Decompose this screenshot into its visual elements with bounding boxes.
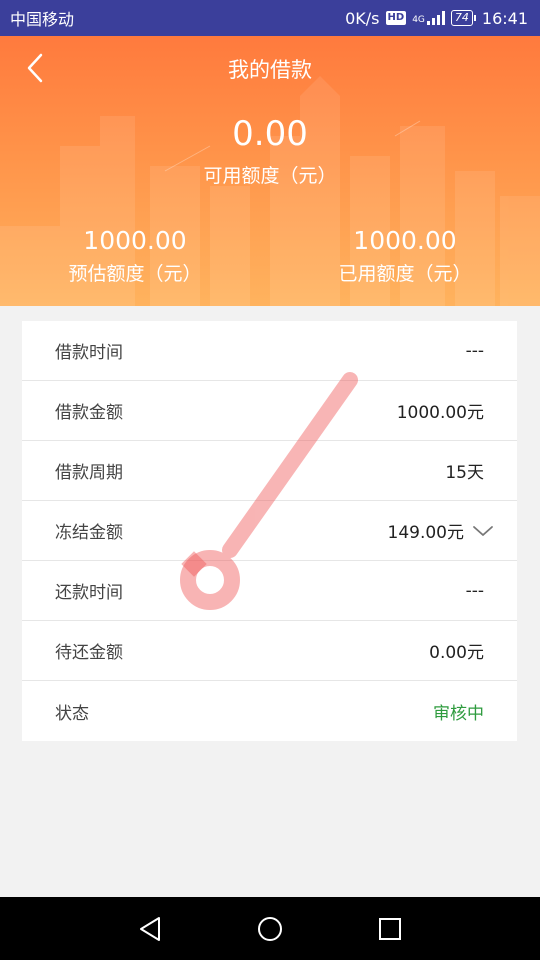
loan-detail-list: 借款时间 --- 借款金额 1000.00元 借款周期 15天 冻结金额 149… <box>22 321 517 741</box>
used-credit: 1000.00 已用额度（元） <box>270 226 540 286</box>
frozen-amount-value: 149.00元 <box>387 523 464 543</box>
detail-value: 0.00元 <box>429 643 484 663</box>
detail-row-loan-time: 借款时间 --- <box>22 321 517 381</box>
signal-icon <box>426 11 445 25</box>
estimated-amount: 1000.00 <box>83 226 187 255</box>
detail-label: 借款周期 <box>55 463 123 483</box>
detail-row-pending-amount: 待还金额 0.00元 <box>22 621 517 681</box>
used-amount: 1000.00 <box>353 226 457 255</box>
nav-back-button[interactable] <box>130 909 170 949</box>
loan-summary-header: 我的借款 0.00 可用额度（元） 1000.00 预估额度（元） 1000.0… <box>0 36 540 306</box>
available-label: 可用额度（元） <box>203 165 337 187</box>
detail-value: 1000.00元 <box>396 403 484 423</box>
battery-icon: 74 <box>450 10 476 26</box>
page-title: 我的借款 <box>228 58 312 82</box>
status-bar: 中国移动 0K/s HD 4G 74 16:41 <box>0 0 540 36</box>
nav-recent-button[interactable] <box>370 909 410 949</box>
nav-home-button[interactable] <box>250 909 290 949</box>
detail-label: 还款时间 <box>55 583 123 603</box>
network-speed: 0K/s <box>345 8 380 28</box>
detail-row-frozen-amount[interactable]: 冻结金额 149.00元 <box>22 501 517 561</box>
detail-row-repay-time: 还款时间 --- <box>22 561 517 621</box>
detail-label: 冻结金额 <box>55 523 123 543</box>
detail-row-loan-period: 借款周期 15天 <box>22 441 517 501</box>
estimated-credit: 1000.00 预估额度（元） <box>0 226 270 286</box>
available-amount: 0.00 <box>232 114 308 154</box>
triangle-back-icon <box>140 916 160 941</box>
detail-label: 待还金额 <box>55 643 123 663</box>
system-nav-bar <box>0 897 540 960</box>
detail-row-status: 状态 审核中 <box>22 681 517 741</box>
network-type: 4G <box>412 14 425 25</box>
detail-value: 15天 <box>445 463 484 483</box>
estimated-label: 预估额度（元） <box>68 263 202 285</box>
detail-row-loan-amount: 借款金额 1000.00元 <box>22 381 517 441</box>
used-label: 已用额度（元） <box>338 263 472 285</box>
detail-label: 借款时间 <box>55 343 123 363</box>
battery-level: 74 <box>450 10 473 26</box>
hd-icon: HD <box>385 11 407 25</box>
square-recent-icon <box>379 917 401 940</box>
detail-value: --- <box>465 340 484 361</box>
circle-home-icon <box>258 916 282 941</box>
detail-value: --- <box>465 580 484 601</box>
clock: 16:41 <box>481 8 528 28</box>
detail-label: 借款金额 <box>55 403 123 423</box>
detail-value-expandable[interactable]: 149.00元 <box>387 518 493 543</box>
carrier-name: 中国移动 <box>10 10 75 29</box>
detail-label: 状态 <box>55 703 89 724</box>
status-value: 审核中 <box>433 703 484 724</box>
chevron-down-icon[interactable] <box>472 524 494 538</box>
